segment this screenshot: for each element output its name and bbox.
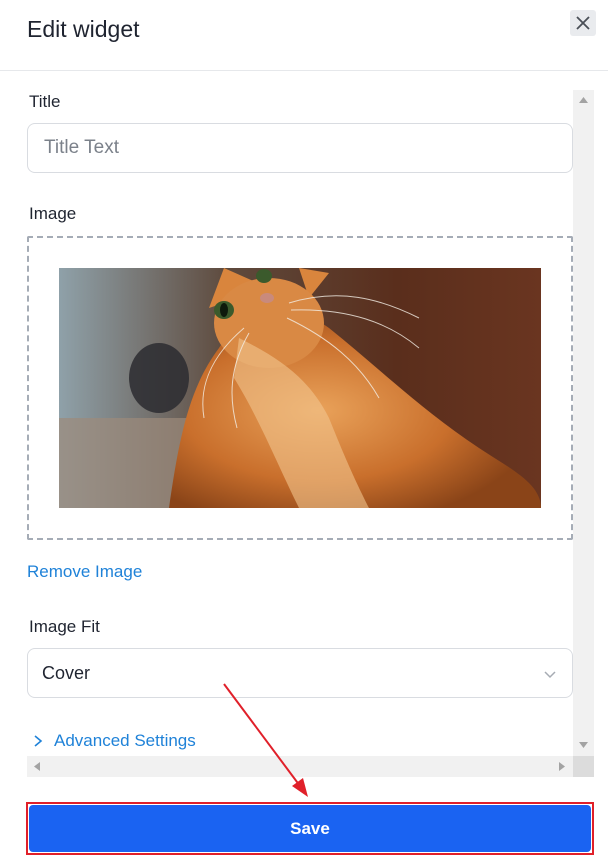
dialog-title: Edit widget [27, 16, 140, 42]
save-highlight-box: Save [26, 802, 594, 855]
image-fit-value: Cover [42, 662, 91, 683]
image-fit-label: Image Fit [29, 617, 100, 636]
advanced-settings-label: Advanced Settings [54, 731, 196, 750]
image-label: Image [29, 204, 77, 223]
close-icon [576, 16, 590, 30]
cat-image [59, 268, 541, 508]
save-button[interactable]: Save [29, 805, 591, 852]
scrollbar-corner [573, 756, 594, 777]
chevron-down-icon [544, 671, 556, 679]
scroll-up-arrow-icon[interactable] [579, 97, 588, 103]
dialog-header: Edit widget [0, 0, 608, 71]
scroll-down-arrow-icon[interactable] [579, 742, 588, 748]
remove-image-link[interactable]: Remove Image [27, 562, 142, 582]
horizontal-scrollbar[interactable] [27, 756, 573, 777]
title-input[interactable] [27, 123, 573, 173]
scroll-left-arrow-icon[interactable] [34, 762, 40, 771]
close-button[interactable] [570, 10, 596, 36]
image-fit-select[interactable]: Cover [27, 648, 573, 698]
chevron-right-icon [34, 735, 43, 747]
advanced-settings-toggle[interactable]: Advanced Settings [31, 731, 196, 751]
title-label: Title [29, 92, 61, 111]
vertical-scrollbar[interactable] [573, 90, 594, 756]
scroll-right-arrow-icon[interactable] [559, 762, 565, 771]
